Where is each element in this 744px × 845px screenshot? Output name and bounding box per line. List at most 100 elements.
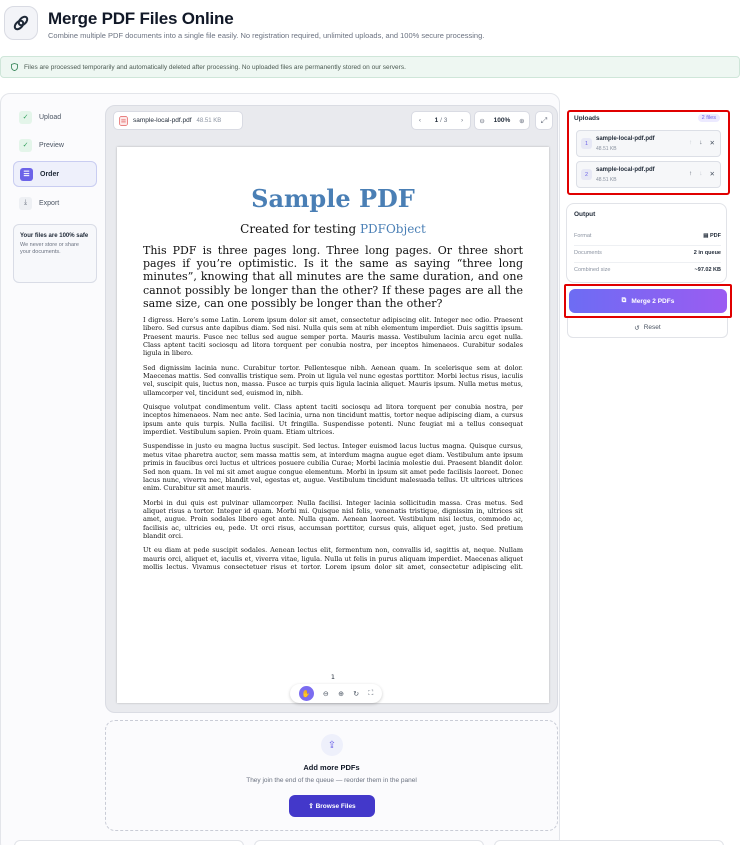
pdf-page: Sample PDF Created for testing PDFObject… — [117, 147, 549, 703]
upload-icon: ⇪ — [321, 734, 343, 756]
pdf-paragraph: Sed dignissim lacinia nunc. Curabitur to… — [143, 363, 523, 397]
step-export[interactable]: ⤓ Export — [13, 190, 97, 216]
divider — [574, 245, 721, 246]
output-value: 2 in queue — [693, 250, 721, 256]
upload-file-size: 48.51 KB — [596, 177, 617, 183]
merge-pdfs-button[interactable]: ⧉ Merge 2 PDFs — [569, 289, 727, 313]
pdf-paragraph: Morbi in dui quis est pulvinar ullamcorp… — [143, 498, 523, 540]
output-title: Output — [574, 211, 596, 218]
next-page-icon[interactable]: › — [461, 117, 463, 124]
move-up-icon[interactable]: ↑ — [689, 170, 692, 178]
zoom-out-icon[interactable]: ⊖ — [479, 117, 484, 125]
bottom-card — [14, 840, 244, 845]
output-panel: Output Format ▤ PDF Documents 2 in queue… — [566, 203, 727, 283]
step-label: Preview — [39, 141, 64, 149]
merge-label: Merge 2 PDFs — [631, 297, 675, 305]
merge-highlight: ⧉ Merge 2 PDFs — [564, 284, 732, 318]
safety-text: We never store or share your documents. — [20, 242, 79, 255]
zoom-in-icon[interactable]: ⊕ — [519, 117, 524, 125]
upload-item[interactable]: 1 sample-local-pdf.pdf 48.51 KB ↑ ↓ ✕ — [576, 130, 721, 157]
output-value-text: PDF — [710, 233, 721, 239]
move-down-icon[interactable]: ↓ — [699, 170, 702, 178]
list-order-icon: ☰ — [20, 167, 33, 181]
output-row: Documents 2 in queue — [574, 250, 721, 256]
browse-files-button[interactable]: ⇪ Browse Files — [289, 795, 375, 817]
pdf-subtitle: Created for testing PDFObject — [143, 222, 523, 236]
fit-page-icon[interactable]: ⛶ — [368, 690, 373, 698]
privacy-notice: Files are processed temporarily and auto… — [0, 56, 740, 78]
output-value: ▤ PDF — [703, 233, 721, 239]
page-number: 1 — [330, 673, 336, 681]
zoom-out-icon[interactable]: ⊖ — [323, 690, 329, 698]
reset-icon: ↺ — [634, 324, 640, 332]
hand-tool-icon[interactable]: ✋ — [298, 686, 314, 701]
bottom-card — [254, 840, 484, 845]
reset-button[interactable]: ↺ Reset — [567, 318, 728, 338]
logo — [4, 6, 38, 40]
output-row: Combined size ~97.02 KB — [574, 267, 721, 273]
reset-label: Reset — [643, 324, 661, 331]
add-more-subtitle: They join the end of the queue — reorder… — [246, 777, 417, 784]
upload-file-name: sample-local-pdf.pdf — [596, 167, 655, 173]
pdf-paragraph: Suspendisse in justo eu magna luctus sus… — [143, 442, 523, 493]
merge-icon: ⧉ — [621, 297, 627, 304]
zoom-control: ⊖ 100% ⊕ — [474, 111, 530, 130]
remove-icon[interactable]: ✕ — [710, 170, 715, 178]
file-count-badge: 2 files — [697, 114, 720, 122]
uploads-panel: Uploads 2 files 1 sample-local-pdf.pdf 4… — [567, 110, 730, 195]
zoom-in-icon[interactable]: ⊕ — [338, 690, 344, 698]
step-order[interactable]: ☰ Order — [13, 161, 97, 187]
prev-page-icon[interactable]: ‹ — [419, 117, 421, 124]
viewer-floating-tools: ✋ ⊖ ⊕ ↻ ⛶ — [290, 684, 382, 703]
pdf-file-icon — [119, 115, 128, 126]
page-subtitle: Combine multiple PDF documents into a si… — [48, 31, 485, 40]
viewer-file-name: sample-local-pdf.pdf — [133, 117, 192, 124]
output-row: Format ▤ PDF — [574, 233, 721, 239]
pdf-title: Sample PDF — [251, 184, 415, 213]
viewer-toolbar: sample-local-pdf.pdf 48.51 KB ‹ 1 / 3 › … — [106, 106, 557, 136]
safety-title: Your files are 100% safe — [20, 233, 89, 239]
total-pages: 3 — [443, 117, 448, 124]
upload-icon: ⇪ — [308, 803, 314, 810]
upload-file-size: 48.51 KB — [596, 146, 617, 152]
privacy-notice-text: Files are processed temporarily and auto… — [24, 63, 406, 71]
rotate-icon[interactable]: ↻ — [353, 690, 359, 698]
move-down-icon[interactable]: ↓ — [699, 139, 702, 147]
upload-index: 1 — [581, 138, 592, 149]
upload-index: 2 — [581, 169, 592, 180]
safety-info-box: Your files are 100% safe We never store … — [13, 224, 97, 283]
pdf-paragraph: I digress. Here’s some Latin. Lorem ipsu… — [143, 316, 523, 358]
upload-item[interactable]: 2 sample-local-pdf.pdf 48.51 KB ↑ ↓ ✕ — [576, 161, 721, 188]
step-label: Export — [39, 199, 60, 207]
step-label: Order — [40, 170, 60, 178]
output-key: Format — [574, 233, 592, 239]
check-icon: ✓ — [19, 110, 32, 124]
step-preview[interactable]: ✓ Preview — [13, 132, 97, 158]
add-more-dropzone[interactable]: ⇪ Add more PDFs They join the end of the… — [105, 720, 558, 831]
move-up-icon[interactable]: ↑ — [689, 139, 692, 147]
zoom-level: 100% — [493, 117, 511, 124]
page-separator: / — [440, 117, 442, 124]
page-title: Merge PDF Files Online — [48, 9, 234, 28]
fullscreen-icon[interactable]: ⤢ — [535, 111, 553, 130]
bottom-card — [494, 840, 724, 845]
pdf-subtitle-link[interactable]: PDFObject — [360, 222, 426, 236]
add-more-title: Add more PDFs — [303, 763, 360, 772]
current-file-chip: sample-local-pdf.pdf 48.51 KB — [113, 111, 243, 130]
uploads-title: Uploads — [574, 115, 600, 122]
viewer-file-size: 48.51 KB — [196, 117, 222, 124]
browse-files-label: Browse Files — [315, 803, 356, 810]
pdf-viewer: sample-local-pdf.pdf 48.51 KB ‹ 1 / 3 › … — [105, 105, 558, 713]
step-label: Upload — [39, 113, 62, 121]
shield-icon — [11, 63, 18, 71]
app-header: Merge PDF Files Online Combine multiple … — [0, 0, 744, 50]
output-value: ~97.02 KB — [694, 267, 721, 273]
output-key: Combined size — [574, 267, 611, 273]
pdf-paragraph: Quisque volutpat condimentum velit. Clas… — [143, 403, 523, 437]
pdf-subtitle-text: Created for testing — [240, 222, 360, 236]
page-navigator: ‹ 1 / 3 › — [411, 111, 471, 130]
pdf-file-icon: ▤ — [703, 233, 709, 239]
remove-icon[interactable]: ✕ — [710, 139, 715, 147]
pdf-lead-paragraph: This PDF is three pages long. Three long… — [143, 244, 523, 310]
step-upload[interactable]: ✓ Upload — [13, 104, 97, 130]
